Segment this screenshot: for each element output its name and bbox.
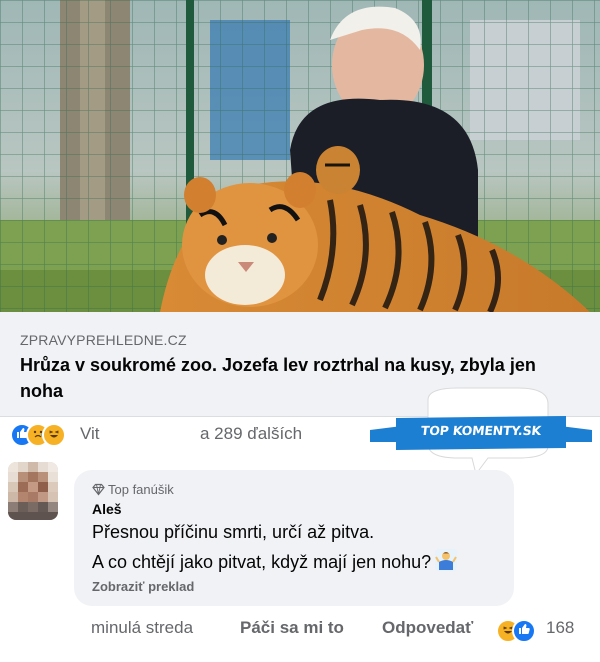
haha-icon	[42, 423, 66, 447]
comment-text-line2-text: A co chtějí jako pitvat, když mají jen n…	[92, 552, 432, 572]
top-fan-label: Top fanúšik	[108, 482, 174, 497]
reply-button[interactable]: Odpovedať	[382, 618, 473, 638]
comment-text-line1: Přesnou příčinu smrti, určí až pitva.	[92, 522, 375, 542]
comment-timestamp[interactable]: minulá streda	[91, 618, 193, 638]
diamond-icon	[92, 483, 105, 496]
post-image[interactable]	[0, 0, 600, 312]
topkomenty-badge: TOP KOMENTY.SK	[368, 386, 594, 476]
link-domain: ZPRAVYPREHLEDNE.CZ	[20, 332, 187, 348]
avatar-pixelated	[8, 462, 58, 520]
like-button[interactable]: Páči sa mi to	[240, 618, 344, 638]
tiger-photo	[0, 0, 600, 312]
see-translation-link[interactable]: Zobraziť preklad	[92, 579, 194, 594]
comment-author[interactable]: Aleš	[92, 501, 122, 517]
comment-reaction-count[interactable]: 168	[546, 618, 574, 638]
avatar[interactable]	[8, 462, 58, 520]
shrug-emoji-icon	[435, 549, 458, 576]
reactor-name[interactable]: Vit	[80, 424, 100, 444]
like-icon	[512, 619, 536, 643]
badge-text: TOP KOMENTY.SK	[420, 423, 542, 438]
comment-actions: minulá streda Páči sa mi to Odpovedať 16…	[0, 616, 600, 644]
reactions-others[interactable]: a 289 ďalších	[200, 424, 302, 444]
comment-reaction-icons[interactable]	[496, 619, 538, 643]
reaction-icons[interactable]	[10, 423, 80, 447]
comment-text-line2: A co chtějí jako pitvat, když mají jen n…	[92, 549, 458, 576]
comment-bubble: Top fanúšik Aleš Přesnou příčinu smrti, …	[74, 470, 514, 606]
